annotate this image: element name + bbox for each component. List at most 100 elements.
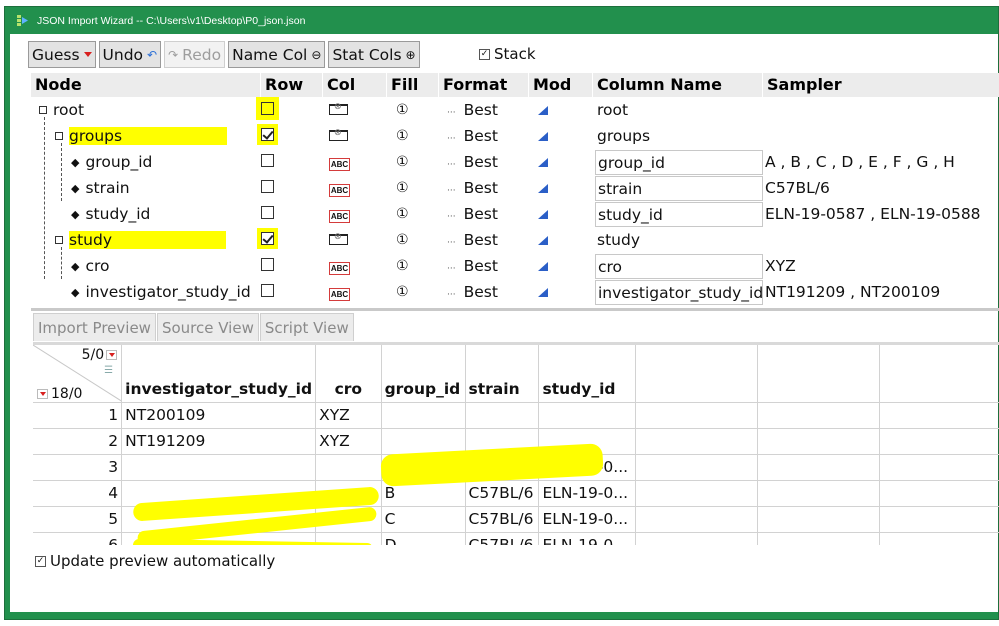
preview-cell[interactable] — [757, 480, 881, 507]
format-cell[interactable]: ··· Best — [439, 283, 529, 301]
preview-cell[interactable]: C — [381, 506, 466, 533]
node-expander-icon[interactable] — [55, 132, 63, 140]
format-cell[interactable]: ··· Best — [439, 127, 529, 145]
column-name-input[interactable]: strain — [595, 175, 763, 201]
row-checkbox[interactable] — [261, 206, 274, 219]
preview-cell[interactable]: C57BL/6 — [465, 480, 540, 507]
preview-cell[interactable]: D — [381, 532, 466, 545]
preview-cell[interactable]: ELN-19-0... — [538, 480, 637, 507]
tab-script-view[interactable]: Script View — [259, 313, 354, 341]
format-cell[interactable]: ··· Best — [439, 231, 529, 249]
preview-cell[interactable] — [381, 402, 466, 429]
preview-cell[interactable] — [757, 402, 881, 429]
preview-col-header[interactable]: cro — [315, 345, 382, 403]
fill-once-icon[interactable]: ① — [396, 258, 409, 274]
format-cell[interactable]: ··· Best — [439, 205, 529, 223]
header-mod[interactable]: Mod — [529, 73, 593, 97]
modeling-type-icon[interactable] — [538, 236, 548, 245]
header-row[interactable]: Row — [261, 73, 323, 97]
preview-cell[interactable] — [465, 402, 540, 429]
preview-cell[interactable] — [121, 454, 317, 481]
column-name-input[interactable]: group_id — [595, 149, 763, 175]
tree-row-study[interactable]: study ① ··· Best study — [31, 227, 999, 253]
preview-col-header[interactable]: investigator_study_id — [121, 345, 317, 403]
preview-cell[interactable]: ELN-19-0... — [538, 532, 637, 545]
row-checkbox[interactable] — [261, 128, 274, 141]
row-checkbox[interactable] — [261, 258, 274, 271]
preview-cell[interactable]: XYZ — [315, 402, 382, 429]
stack-checkbox[interactable]: ✓ Stack — [479, 45, 536, 63]
fill-once-icon[interactable]: ① — [396, 232, 409, 248]
tree-row-investigator-study-id[interactable]: ◆ investigator_study_id ABC ① ··· Best investi… — [31, 279, 999, 305]
header-sampler[interactable]: Sampler — [763, 73, 999, 97]
abc-icon[interactable]: ABC — [329, 288, 350, 301]
format-cell[interactable]: ··· Best — [439, 257, 529, 275]
preview-cell[interactable] — [879, 506, 999, 533]
preview-cell[interactable] — [635, 532, 759, 545]
preview-cell[interactable] — [635, 428, 759, 455]
preview-cell[interactable]: XYZ — [315, 428, 382, 455]
preview-cell[interactable]: NT200109 — [121, 402, 317, 429]
preview-cell[interactable] — [635, 402, 759, 429]
preview-col-header[interactable]: group_id — [381, 345, 466, 403]
fill-once-icon[interactable]: ① — [396, 102, 409, 118]
preview-cell[interactable] — [635, 454, 759, 481]
container-icon[interactable] — [329, 128, 348, 141]
preview-cell[interactable] — [757, 532, 881, 545]
abc-icon[interactable]: ABC — [329, 262, 350, 275]
preview-cell[interactable] — [879, 480, 999, 507]
stat-cols-button[interactable]: Stat Cols ⊕ — [328, 41, 420, 68]
preview-col-header[interactable]: study_id — [538, 345, 637, 403]
preview-cell[interactable]: ELN-19-0... — [538, 506, 637, 533]
modeling-type-icon[interactable] — [538, 132, 548, 141]
fill-once-icon[interactable]: ① — [396, 154, 409, 170]
name-col-button[interactable]: Name Col ⊖ — [228, 41, 326, 68]
tree-row-root[interactable]: root ① ··· Best root — [31, 97, 999, 123]
column-name-input[interactable]: investigator_study_id — [595, 279, 763, 305]
preview-col-header[interactable]: strain — [465, 345, 540, 403]
modeling-type-icon[interactable] — [538, 262, 548, 271]
preview-cell[interactable] — [757, 428, 881, 455]
preview-cell[interactable] — [879, 532, 999, 545]
header-format[interactable]: Format — [439, 73, 529, 97]
tree-row-study-id[interactable]: ◆ study_id ABC ① ··· Best study_id ELN-19-0587 … — [31, 201, 999, 227]
format-cell[interactable]: ··· Best — [439, 153, 529, 171]
column-name-input[interactable]: cro — [595, 253, 763, 279]
tab-import-preview[interactable]: Import Preview — [33, 313, 156, 341]
modeling-type-icon[interactable] — [538, 288, 548, 297]
header-column-name[interactable]: Column Name — [593, 73, 763, 97]
row-checkbox[interactable] — [261, 232, 274, 245]
tree-row-groups[interactable]: groups ① ··· Best groups — [31, 123, 999, 149]
abc-icon[interactable]: ABC — [329, 210, 350, 223]
preview-cell[interactable] — [635, 506, 759, 533]
node-expander-icon[interactable] — [55, 236, 63, 244]
update-preview-checkbox[interactable]: ✓ Update preview automatically — [35, 552, 275, 570]
fill-once-icon[interactable]: ① — [396, 206, 409, 222]
columns-menu-icon[interactable] — [106, 350, 118, 360]
preview-cell[interactable] — [757, 506, 881, 533]
modeling-type-icon[interactable] — [538, 158, 548, 167]
modeling-type-icon[interactable] — [538, 210, 548, 219]
modeling-type-icon[interactable] — [538, 106, 548, 115]
preview-cell[interactable] — [879, 428, 999, 455]
tree-row-strain[interactable]: ◆ strain ABC ① ··· Best strain C57BL/6 — [31, 175, 999, 201]
tree-row-cro[interactable]: ◆ cro ABC ① ··· Best cro XYZ — [31, 253, 999, 279]
row-checkbox[interactable] — [261, 284, 274, 297]
preview-cell[interactable] — [879, 402, 999, 429]
row-checkbox[interactable] — [261, 102, 274, 115]
header-col[interactable]: Col — [323, 73, 387, 97]
row-checkbox[interactable] — [261, 154, 274, 167]
rows-menu-icon[interactable] — [37, 388, 48, 399]
header-fill[interactable]: Fill — [387, 73, 439, 97]
tab-source-view[interactable]: Source View — [156, 313, 259, 341]
abc-icon[interactable]: ABC — [329, 184, 350, 197]
format-cell[interactable]: ··· Best — [439, 101, 529, 119]
preview-cell[interactable] — [879, 454, 999, 481]
column-name-input[interactable]: study_id — [595, 201, 763, 227]
preview-cell[interactable] — [315, 454, 382, 481]
guess-button[interactable]: Guess — [28, 41, 96, 68]
tree-row-group-id[interactable]: ◆ group_id ABC ① ··· Best group_id A , B , C , … — [31, 149, 999, 175]
format-cell[interactable]: ··· Best — [439, 179, 529, 197]
fill-once-icon[interactable]: ① — [396, 180, 409, 196]
abc-icon[interactable]: ABC — [329, 158, 350, 171]
